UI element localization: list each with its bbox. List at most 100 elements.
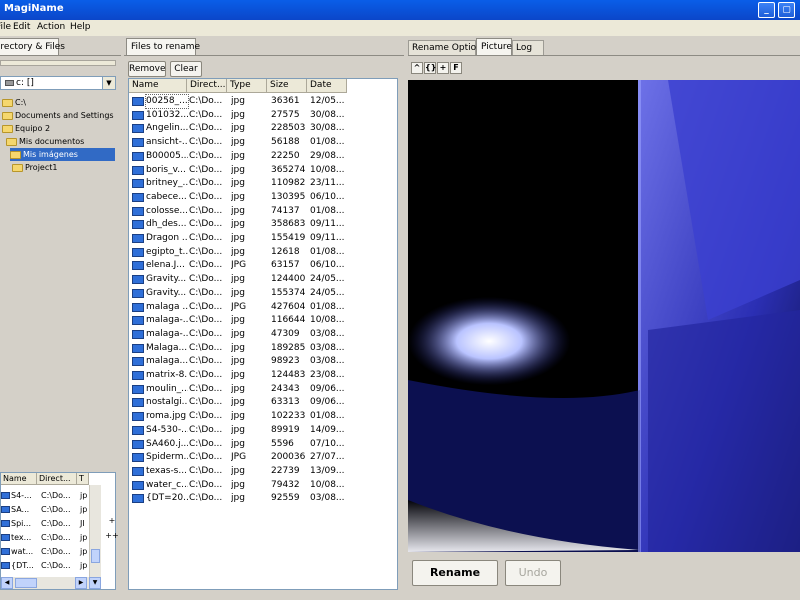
tab-rename-option[interactable]: Rename Option (408, 40, 482, 55)
tab-picture[interactable]: Picture (476, 38, 512, 55)
table-cell: matrix-8... (146, 370, 188, 380)
table-row[interactable]: nostalgi... C:\Do... jpg 63313 09/06... (129, 396, 397, 410)
table-row[interactable]: roma.jpg C:\Do... jpg 102233 01/08... (129, 410, 397, 424)
table-row[interactable]: malaga ... C:\Do... JPG 427604 01/08... (129, 301, 397, 315)
table-row[interactable]: boris_v... C:\Do... jpg 365274 10/08... (129, 164, 397, 178)
table-cell: jpg (231, 205, 245, 216)
table-row[interactable]: colosse... C:\Do... jpg 74137 01/08... (129, 205, 397, 219)
menu-edit[interactable]: Edit (13, 22, 30, 32)
table-cell: egipto_t... (146, 246, 188, 257)
table-row[interactable]: Angelin... C:\Do... jpg 228503 30/08... (129, 122, 397, 136)
scroll-thumb[interactable] (91, 549, 100, 563)
table-row[interactable]: 101032... C:\Do... jpg 27575 30/08... (129, 109, 397, 123)
table-row[interactable]: cabece... C:\Do... jpg 130395 06/10... (129, 191, 397, 205)
tab-directory-files[interactable]: Directory & Files (0, 38, 65, 55)
vertical-scrollbar[interactable] (89, 485, 101, 577)
fit-icon[interactable]: F (450, 62, 462, 74)
table-cell: jpg (231, 438, 245, 449)
table-row[interactable]: moulin_... C:\Do... jpg 24343 09/06... (129, 383, 397, 397)
tree-node-mis-documentos[interactable]: Mis documentos (6, 135, 84, 148)
tree-node-project1[interactable]: Project1 (12, 161, 57, 174)
column-directory[interactable]: Direct... (187, 79, 227, 93)
table-row[interactable]: B00005... C:\Do... jpg 22250 29/08... (129, 150, 397, 164)
scroll-right-icon[interactable]: ▶ (75, 577, 87, 589)
image-file-icon (132, 220, 144, 230)
rename-button[interactable]: Rename (412, 560, 498, 586)
column-type[interactable]: Type (227, 79, 267, 93)
table-row[interactable]: Dragon ... C:\Do... jpg 155419 09/11... (129, 232, 397, 246)
scroll-down-icon[interactable]: ▼ (89, 577, 101, 589)
add-all-button[interactable]: ++ (103, 531, 121, 540)
table-cell: 13/09... (310, 465, 345, 476)
horizontal-scrollbar[interactable]: ◀ ▶ ▼ (1, 577, 101, 589)
column-type[interactable]: T (77, 473, 89, 485)
column-date[interactable]: Date (307, 79, 347, 93)
table-row[interactable]: Gravity... C:\Do... jpg 124400 24/05... (129, 273, 397, 287)
brackets-icon[interactable]: {} (424, 62, 436, 74)
table-cell: Gravity... (146, 274, 187, 285)
table-row[interactable]: 00258_... C:\Do... jpg 36361 12/05... (129, 94, 397, 109)
chevron-down-icon[interactable]: ▼ (102, 77, 115, 89)
panel-splitter[interactable] (0, 60, 116, 66)
menu-action[interactable]: Action (37, 22, 65, 32)
table-cell: C:\Do... (189, 150, 223, 161)
zoom-in-icon[interactable]: + (437, 62, 449, 74)
table-row[interactable]: malaga... C:\Do... jpg 98923 03/08... (129, 355, 397, 369)
files-table: Name Direct... Type Size Date 00258_... C… (128, 78, 398, 590)
menu-file[interactable]: File (0, 22, 11, 32)
tree-node-mis-imagenes[interactable]: Mis imágenes (10, 148, 115, 161)
clear-button[interactable]: Clear (170, 61, 202, 77)
folder-icon (2, 111, 13, 120)
table-row[interactable]: matrix-8...C:\Do... jpg 124483 23/08... (129, 369, 397, 383)
table-row[interactable]: britney_... C:\Do... jpg 110982 23/11... (129, 177, 397, 191)
table-cell: 03/08... (310, 356, 345, 367)
directory-panel: Directory & Files c: [] ▼ C:\ Documents … (0, 36, 121, 596)
column-name[interactable]: Name (1, 473, 37, 485)
table-row[interactable]: malaga-... C:\Do... jpg 47309 03/08... (129, 328, 397, 342)
fit-up-icon[interactable]: ^ (411, 62, 423, 74)
table-cell: 155374 (271, 287, 306, 298)
table-row[interactable]: Malaga... C:\Do... jpg 189285 03/08... (129, 342, 397, 356)
table-row[interactable]: elena.J... C:\Do... JPG 63157 06/10... (129, 259, 397, 273)
image-file-icon (1, 506, 10, 513)
scroll-left-icon[interactable]: ◀ (1, 577, 13, 589)
table-cell: C:\Do... (189, 123, 223, 134)
table-cell: jpg (231, 356, 245, 367)
table-row[interactable]: egipto_t... C:\Do... jpg 12618 01/08... (129, 246, 397, 260)
image-file-icon (1, 534, 10, 541)
tab-log[interactable]: Log (512, 40, 544, 55)
image-file-icon (132, 439, 144, 449)
column-directory[interactable]: Direct... (37, 473, 77, 485)
column-name[interactable]: Name (129, 79, 187, 93)
table-row[interactable]: ansicht-... C:\Do... jpg 56188 01/08... (129, 136, 397, 150)
table-row[interactable]: S4-530-... C:\Do... jpg 89919 14/09... (129, 424, 397, 438)
table-row[interactable]: water_c... C:\Do... jpg 79432 10/08... (129, 479, 397, 493)
drive-select[interactable]: c: [] ▼ (0, 76, 116, 90)
table-row[interactable]: Gravity... C:\Do... jpg 155374 24/05... (129, 287, 397, 301)
table-cell: {DT=20... (146, 493, 188, 504)
remove-button[interactable]: Remove (128, 61, 166, 77)
tree-node-documents-settings[interactable]: Documents and Settings (2, 109, 114, 122)
minimize-icon[interactable]: _ (758, 2, 775, 18)
table-cell: jpg (231, 465, 245, 476)
tab-files-to-rename[interactable]: Files to rename (126, 38, 200, 55)
undo-button[interactable]: Undo (505, 560, 561, 586)
table-cell: 03/08... (310, 493, 345, 504)
image-file-icon (132, 302, 144, 312)
table-row[interactable]: malaga-... C:\Do... jpg 116644 10/08... (129, 314, 397, 328)
table-row[interactable]: {DT=20... C:\Do... jpg 92559 03/08... (129, 492, 397, 506)
table-row[interactable]: SA460.j... C:\Do... jpg 5596 07/10... (129, 438, 397, 452)
menu-help[interactable]: Help (70, 22, 91, 32)
table-row[interactable]: texas-s... C:\Do... jpg 22739 13/09... (129, 465, 397, 479)
column-size[interactable]: Size (267, 79, 307, 93)
tree-node-c[interactable]: C:\ (2, 96, 26, 109)
scroll-thumb[interactable] (15, 578, 37, 588)
add-button[interactable]: + (103, 516, 121, 525)
tree-node-equipo2[interactable]: Equipo 2 (2, 122, 50, 135)
maximize-icon[interactable]: ▢ (778, 2, 795, 18)
image-file-icon (132, 165, 144, 175)
table-row[interactable]: dh_des... C:\Do... jpg 358683 09/11... (129, 218, 397, 232)
table-cell: 365274 (271, 164, 306, 175)
table-cell: 110982 (271, 178, 306, 189)
table-row[interactable]: Spiderm... C:\Do... JPG 200036 27/07... (129, 451, 397, 465)
